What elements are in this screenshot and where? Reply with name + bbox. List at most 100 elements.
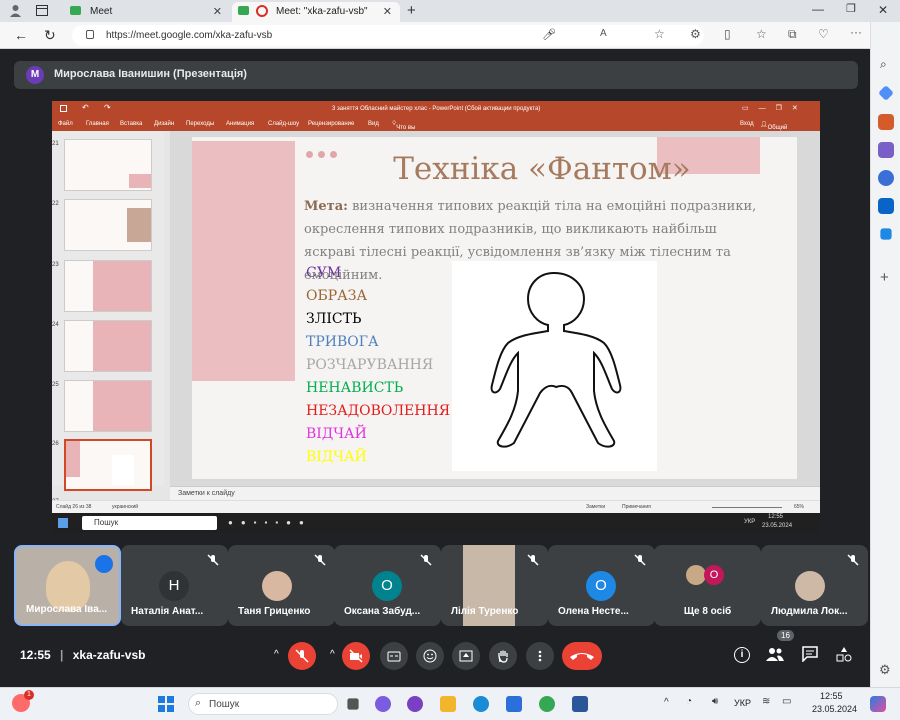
meeting-info-icon[interactable]: i: [734, 647, 750, 663]
address-toolbar: ← ↻ https://meet.google.com/xka-zafu-vsb…: [0, 22, 900, 49]
new-tab-button[interactable]: +: [407, 3, 416, 18]
taskbar-time[interactable]: 12:55: [820, 691, 843, 701]
tab-actions-icon[interactable]: [36, 5, 48, 18]
edge-icon[interactable]: [473, 696, 489, 712]
participant-photo: [795, 571, 825, 601]
taskbar-search[interactable]: ⌕ Пошук: [188, 693, 338, 715]
participant-tile[interactable]: Лілія Туренко: [441, 545, 548, 626]
ppt-window-controls: ▭—❐✕: [742, 105, 808, 112]
reload-icon[interactable]: ↻: [44, 28, 56, 42]
reactions-button[interactable]: [416, 642, 444, 670]
activities-icon[interactable]: [836, 646, 852, 667]
meet-controls: 12:55 | xka-zafu-vsb ^ ^ i 16: [0, 630, 870, 687]
tab-meet-call[interactable]: Meet: "xka-zafu-vsb" ✕: [232, 2, 400, 22]
tab-meet[interactable]: Meet ✕: [60, 2, 230, 22]
decor-dot: [318, 151, 325, 158]
participant-tile[interactable]: О Оксана Забуд...: [334, 545, 441, 626]
close-window-icon[interactable]: ✕: [878, 4, 888, 16]
thumb-number: 24: [52, 322, 59, 328]
ppt-menu-home: Главная: [86, 121, 109, 127]
participant-tile[interactable]: Таня Гриценко: [228, 545, 335, 626]
browser-essentials-icon[interactable]: ♡: [818, 28, 829, 40]
slide-thumbnail: [64, 199, 152, 251]
games-icon[interactable]: [878, 142, 894, 158]
participant-tile[interactable]: Мирослава Іва...: [14, 545, 121, 626]
outlook-icon[interactable]: [878, 198, 894, 214]
profile-icon[interactable]: [9, 4, 22, 19]
captions-button[interactable]: [380, 642, 408, 670]
store-icon[interactable]: [506, 696, 522, 712]
video-options-icon[interactable]: ^: [330, 649, 335, 660]
sound-icon[interactable]: 🔊︎: [712, 696, 718, 707]
file-explorer-icon[interactable]: [440, 696, 456, 712]
wifi-icon[interactable]: ≋: [762, 696, 770, 707]
chrome-icon[interactable]: [539, 696, 555, 712]
back-icon[interactable]: ←: [14, 28, 28, 42]
sidebar-settings-icon[interactable]: ⚙: [879, 663, 891, 676]
send-icon[interactable]: [880, 228, 892, 240]
extensions-icon[interactable]: ⚙: [690, 28, 701, 40]
meeting-code: xka-zafu-vsb: [72, 648, 146, 662]
start-button[interactable]: [158, 696, 174, 712]
read-aloud-icon[interactable]: A: [600, 28, 607, 39]
microsoft365-icon[interactable]: [878, 170, 894, 186]
tray-chevron-icon[interactable]: ^: [664, 697, 669, 708]
close-tab-icon[interactable]: ✕: [213, 5, 222, 18]
taskbar-lang[interactable]: УКР: [734, 698, 751, 708]
more-menu-icon[interactable]: ···: [850, 26, 862, 38]
add-tool-icon[interactable]: +: [880, 270, 889, 285]
status-zoom: 65%: [794, 504, 805, 510]
present-button[interactable]: [452, 642, 480, 670]
recording-icon: [256, 5, 268, 17]
network-icon[interactable]: ◔: [686, 696, 692, 707]
participant-tile[interactable]: Н Наталія Анат...: [121, 545, 228, 626]
battery-icon[interactable]: ▭: [782, 696, 791, 707]
tab-title: Meet: "xka-zafu-vsb": [276, 6, 368, 17]
presenter-label: Мирослава Іванишин (Презентація): [54, 68, 247, 80]
thumb-number: 23: [52, 262, 59, 268]
tab-title: Meet: [90, 6, 113, 17]
separator: |: [60, 648, 64, 662]
camera-toggle-button[interactable]: [342, 642, 370, 670]
raise-hand-button[interactable]: [489, 642, 517, 670]
mic-icon[interactable]: 🎤︎: [542, 28, 556, 41]
copilot-app-icon[interactable]: [375, 696, 391, 712]
tools-icon[interactable]: [878, 114, 894, 130]
url-bar[interactable]: https://meet.google.com/xka-zafu-vsb 🎤︎ …: [72, 25, 704, 46]
search-icon[interactable]: ⌕: [880, 58, 887, 70]
maximize-window-icon[interactable]: ❐: [846, 4, 856, 15]
status-slide-count: Слайд 26 из 38: [56, 504, 92, 510]
participant-tile[interactable]: О Олена Несте...: [548, 545, 655, 626]
avatar: О: [704, 565, 724, 585]
shopping-tag-icon[interactable]: [878, 85, 894, 101]
minimize-window-icon[interactable]: —: [812, 3, 824, 15]
hand-icon: [498, 650, 508, 663]
collections-icon[interactable]: ⧉: [788, 28, 797, 40]
emotion-item: ТРИВОГА: [306, 334, 379, 350]
favorites-icon[interactable]: ☆: [756, 28, 767, 40]
split-screen-icon[interactable]: ▯: [724, 28, 731, 40]
participant-name: Мирослава Іва...: [26, 604, 108, 615]
participant-tile[interactable]: Людмила Лок...: [761, 545, 868, 626]
chat-icon[interactable]: [802, 646, 818, 667]
people-icon[interactable]: [766, 646, 784, 667]
viber-icon[interactable]: [407, 696, 423, 712]
participant-tile-more[interactable]: О Ще 8 осіб: [654, 545, 761, 626]
status-notes: Заметки: [586, 504, 606, 510]
emotion-item: СУМ: [306, 265, 342, 281]
copilot-taskbar-icon[interactable]: [870, 696, 886, 712]
leave-call-button[interactable]: [562, 642, 602, 670]
close-tab-icon[interactable]: ✕: [383, 5, 392, 18]
word-icon[interactable]: [572, 696, 588, 712]
thumb-number: 26: [52, 441, 59, 447]
slide-thumbnail-active: [64, 439, 152, 491]
task-view-icon[interactable]: [347, 698, 359, 710]
muted-mic-icon: [314, 554, 326, 566]
favorite-star-icon[interactable]: ☆: [654, 27, 665, 41]
audio-options-icon[interactable]: ^: [274, 649, 279, 660]
edge-sidebar: ⌕ + ⚙: [870, 22, 900, 687]
taskbar-date[interactable]: 23.05.2024: [812, 704, 857, 714]
participant-name: Оксана Забуд...: [344, 606, 421, 617]
mic-toggle-button[interactable]: [288, 642, 316, 670]
more-options-button[interactable]: [526, 642, 554, 670]
